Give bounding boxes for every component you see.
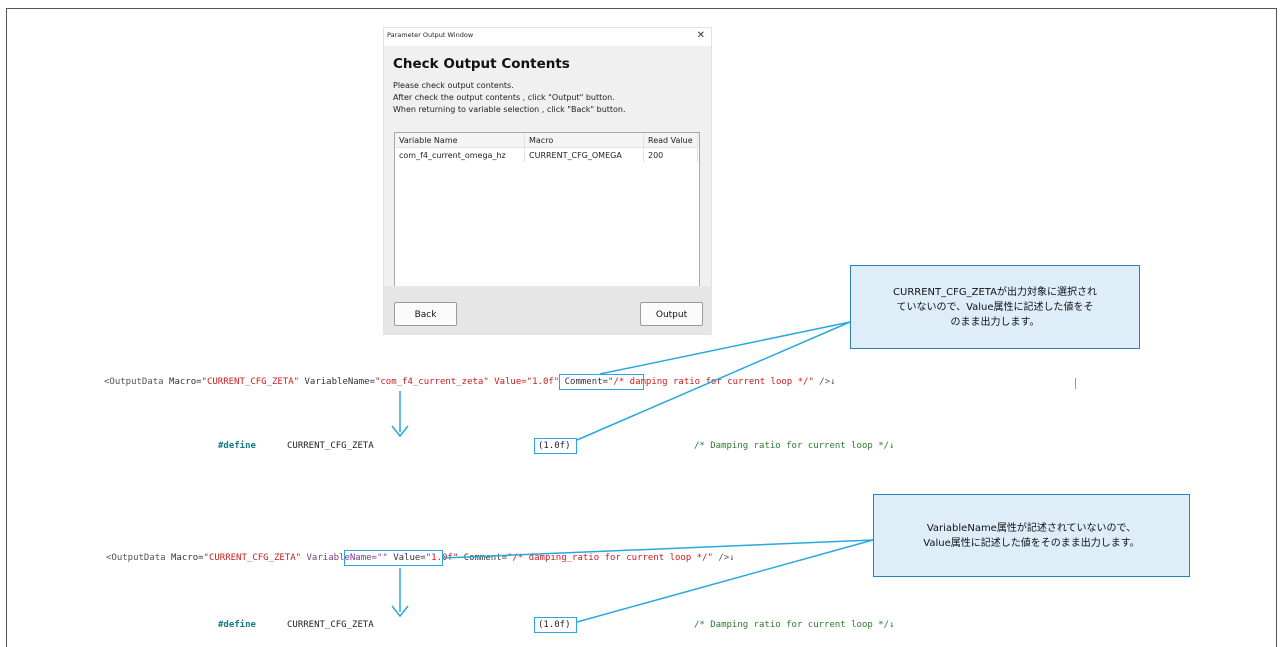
cell-macro: CURRENT_CFG_OMEGA: [529, 151, 622, 160]
value-highlight-box: [559, 374, 644, 390]
callout-line: CURRENT_CFG_ZETAが出力対象に選択され: [893, 286, 1097, 298]
column-header-variable-name[interactable]: Variable Name: [399, 136, 458, 145]
xml-close-tag: />↓: [813, 377, 836, 387]
callout-no-variablename: VariableName属性が記述されていないので、 Value属性に記述した値…: [873, 494, 1190, 577]
xml-open-tag: <OutputData: [106, 553, 172, 563]
callout-not-selected: CURRENT_CFG_ZETAが出力対象に選択され ていないので、Value属…: [850, 265, 1140, 349]
define-line-2: #define: [218, 620, 256, 631]
comment-attr: Comment=: [458, 553, 508, 563]
callout-line: ていないので、Value属性に記述した値をそ: [896, 301, 1094, 313]
macro-value: "CURRENT_CFG_ZETA": [203, 553, 302, 563]
define-name-2: CURRENT_CFG_ZETA: [287, 620, 374, 630]
comment-value: "/* damping_ratio for current loop */": [507, 553, 713, 563]
column-header-read-value[interactable]: Read Value: [648, 136, 693, 145]
dialog-heading: Check Output Contents: [393, 56, 570, 72]
define-name-1: CURRENT_CFG_ZETA: [287, 441, 374, 451]
column-header-macro[interactable]: Macro: [529, 136, 553, 145]
variablename-value: "com_f4_current_zeta": [374, 377, 489, 387]
variablename-highlight-box: [344, 550, 443, 566]
dialog-window-title: Parameter Output Window: [387, 31, 474, 39]
cell-variable-name: com_f4_current_omega_hz: [399, 151, 506, 160]
instruction-line-3: When returning to variable selection , c…: [393, 105, 626, 114]
define-line-1: #define: [218, 441, 256, 452]
dialog-titlebar: Parameter Output Window ✕: [384, 28, 711, 46]
define-keyword: #define: [218, 620, 256, 630]
xml-close-tag: />↓: [712, 553, 735, 563]
macro-value: "CURRENT_CFG_ZETA": [201, 377, 300, 387]
define-comment-2: /* Damping ratio for current loop */↓: [694, 620, 895, 630]
xml-open-tag: <OutputData: [104, 377, 170, 387]
table-row[interactable]: com_f4_current_omega_hz CURRENT_CFG_OMEG…: [395, 148, 699, 162]
variablename-attr: VariableName=: [299, 377, 375, 387]
close-icon[interactable]: ✕: [697, 30, 705, 42]
parameter-output-dialog: Parameter Output Window ✕ Check Output C…: [383, 27, 712, 335]
xml-line-1: <OutputData Macro="CURRENT_CFG_ZETA" Var…: [104, 377, 836, 388]
callout-line: VariableName属性が記述されていないので、: [926, 522, 1137, 534]
callout-line: Value属性に記述した値をそのまま出力します。: [923, 537, 1140, 549]
callout-line: のまま出力します。: [950, 316, 1040, 328]
dialog-button-bar: Back Output: [384, 286, 711, 334]
macro-attr: Macro=: [169, 377, 202, 387]
output-button[interactable]: Output: [640, 302, 703, 326]
table-header: Variable Name Macro Read Value: [395, 133, 699, 148]
define-comment-1: /* Damping ratio for current loop */↓: [694, 441, 895, 451]
instruction-line-1: Please check output contents.: [393, 81, 514, 90]
value-attr: Value="1.0f": [494, 377, 560, 387]
define-value-highlight-box: [534, 617, 577, 633]
caret-marker: [1075, 378, 1076, 389]
macro-attr: Macro=: [171, 553, 204, 563]
back-button[interactable]: Back: [394, 302, 457, 326]
define-keyword: #define: [218, 441, 256, 451]
define-value-highlight-box: [534, 438, 577, 454]
cell-read-value: 200: [648, 151, 664, 160]
instruction-line-2: After check the output contents , click …: [393, 93, 615, 102]
